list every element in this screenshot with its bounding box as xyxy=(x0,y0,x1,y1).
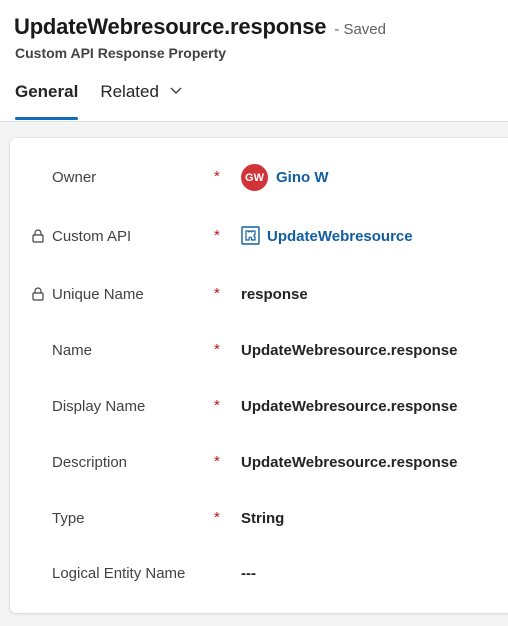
owner-label: Owner xyxy=(52,169,97,186)
tab-related-label: Related xyxy=(100,82,159,101)
description-field[interactable]: UpdateWebresource.response xyxy=(241,454,457,471)
required-marker: * xyxy=(214,285,220,302)
tab-list: General Related xyxy=(15,82,204,120)
unique-name-label: Unique Name xyxy=(52,286,144,303)
display-name-field[interactable]: UpdateWebresource.response xyxy=(241,398,457,415)
required-marker: * xyxy=(214,341,220,358)
tab-general[interactable]: General xyxy=(15,82,79,120)
custom-api-entity-icon xyxy=(241,226,260,245)
logical-entity-name-field[interactable]: --- xyxy=(241,565,256,582)
chevron-down-icon xyxy=(170,87,182,94)
custom-api-label: Custom API xyxy=(52,228,132,245)
tab-related[interactable]: Related xyxy=(100,82,182,120)
page-title: UpdateWebresource.response xyxy=(14,14,327,39)
owner-row: Owner * GW Gino W xyxy=(10,162,508,192)
owner-link[interactable]: Gino W xyxy=(276,169,329,186)
avatar-initials: GW xyxy=(245,171,264,184)
display-name-label: Display Name xyxy=(52,398,146,415)
tab-general-label: General xyxy=(15,82,79,101)
avatar[interactable]: GW xyxy=(241,164,268,191)
required-marker: * xyxy=(214,453,220,470)
unique-name-row: Unique Name * response xyxy=(10,279,508,309)
general-section-card: Owner * GW Gino W Custom API * UpdateWeb… xyxy=(10,138,508,613)
logical-entity-name-row: Logical Entity Name --- xyxy=(10,558,508,588)
name-label: Name xyxy=(52,342,93,359)
form-header: UpdateWebresource.response - Saved Custo… xyxy=(0,0,508,122)
lock-icon xyxy=(32,229,44,243)
description-label: Description xyxy=(52,454,128,471)
required-marker: * xyxy=(214,168,220,185)
required-marker: * xyxy=(214,397,220,414)
type-label: Type xyxy=(52,510,85,527)
logical-entity-name-label: Logical Entity Name xyxy=(52,565,186,582)
unique-name-value: response xyxy=(241,286,308,303)
required-marker: * xyxy=(214,227,220,244)
name-field[interactable]: UpdateWebresource.response xyxy=(241,342,457,359)
custom-api-link[interactable]: UpdateWebresource xyxy=(267,228,413,245)
title-row: UpdateWebresource.response - Saved xyxy=(14,14,386,40)
description-row: Description * UpdateWebresource.response xyxy=(10,447,508,477)
required-marker: * xyxy=(214,509,220,526)
lock-icon xyxy=(32,287,44,301)
type-row: Type * String xyxy=(10,503,508,533)
type-field[interactable]: String xyxy=(241,510,284,527)
display-name-row: Display Name * UpdateWebresource.respons… xyxy=(10,391,508,421)
custom-api-row: Custom API * UpdateWebresource xyxy=(10,221,508,251)
name-row: Name * UpdateWebresource.response xyxy=(10,335,508,365)
save-status: - Saved xyxy=(334,21,386,38)
entity-type-subtitle: Custom API Response Property xyxy=(15,45,227,61)
